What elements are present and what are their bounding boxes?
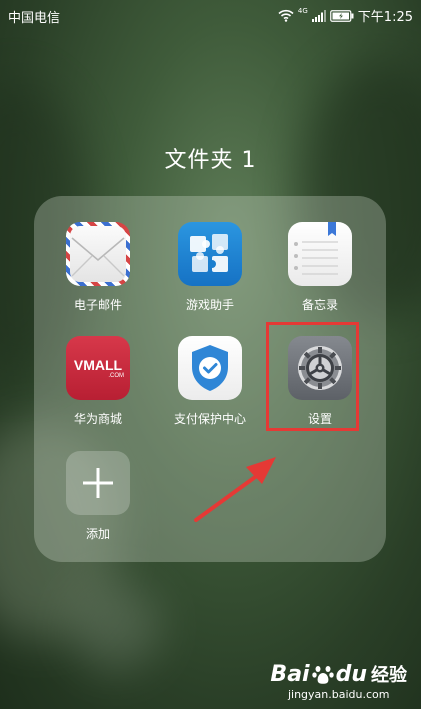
clock: 下午1:25: [357, 10, 413, 25]
notepad-icon: [288, 222, 352, 286]
app-label: 游戏助手: [185, 298, 234, 312]
wifi-icon: [278, 9, 294, 22]
carrier-name: 中国电信: [8, 11, 61, 26]
puzzle-icon: [178, 222, 242, 286]
plus-icon: [66, 451, 130, 515]
signal-icon: [311, 9, 326, 22]
folder-title[interactable]: 文件夹 1: [0, 142, 421, 174]
app-add[interactable]: 添加: [48, 451, 148, 542]
envelope-icon: [66, 222, 130, 286]
logo-suffix: 经验: [371, 665, 407, 686]
settings-highlight-box: [266, 322, 359, 431]
app-label: 电子邮件: [73, 298, 122, 312]
battery-icon: [329, 9, 354, 22]
app-label: 华为商城: [73, 412, 122, 426]
baidu-watermark: Bai du 经验 jingyan.baidu.com: [270, 661, 407, 702]
shield-check-icon: [178, 336, 242, 400]
home-screen: 中国电信 4G 下午1:25 文件夹 1 电子邮件 游戏助手 备忘录 VMALL…: [0, 0, 421, 709]
vmall-icon: VMALL .COM: [66, 336, 130, 400]
baidu-logo: Bai du 经验: [270, 661, 407, 687]
network-type: 4G: [297, 6, 308, 15]
logo-text-part2: du: [335, 661, 367, 687]
app-payment-protection[interactable]: 支付保护中心: [160, 336, 260, 427]
background-blob: [70, 580, 160, 670]
app-email[interactable]: 电子邮件: [48, 222, 148, 313]
status-icons: 4G 下午1:25: [278, 6, 413, 25]
vmall-logo-text: VMALL: [73, 357, 123, 373]
app-game-assistant[interactable]: 游戏助手: [160, 222, 260, 313]
app-huawei-mall[interactable]: VMALL .COM 华为商城: [48, 336, 148, 427]
app-memo[interactable]: 备忘录: [270, 222, 370, 313]
paw-icon: [311, 666, 334, 684]
status-bar: 中国电信 4G 下午1:25: [0, 0, 421, 30]
app-label: 支付保护中心: [173, 412, 246, 426]
logo-text-part1: Bai: [270, 661, 310, 687]
watermark-url: jingyan.baidu.com: [287, 688, 390, 701]
app-label: 备忘录: [301, 298, 338, 312]
app-label: 添加: [85, 527, 110, 541]
vmall-logo-subtext: .COM: [108, 373, 124, 379]
